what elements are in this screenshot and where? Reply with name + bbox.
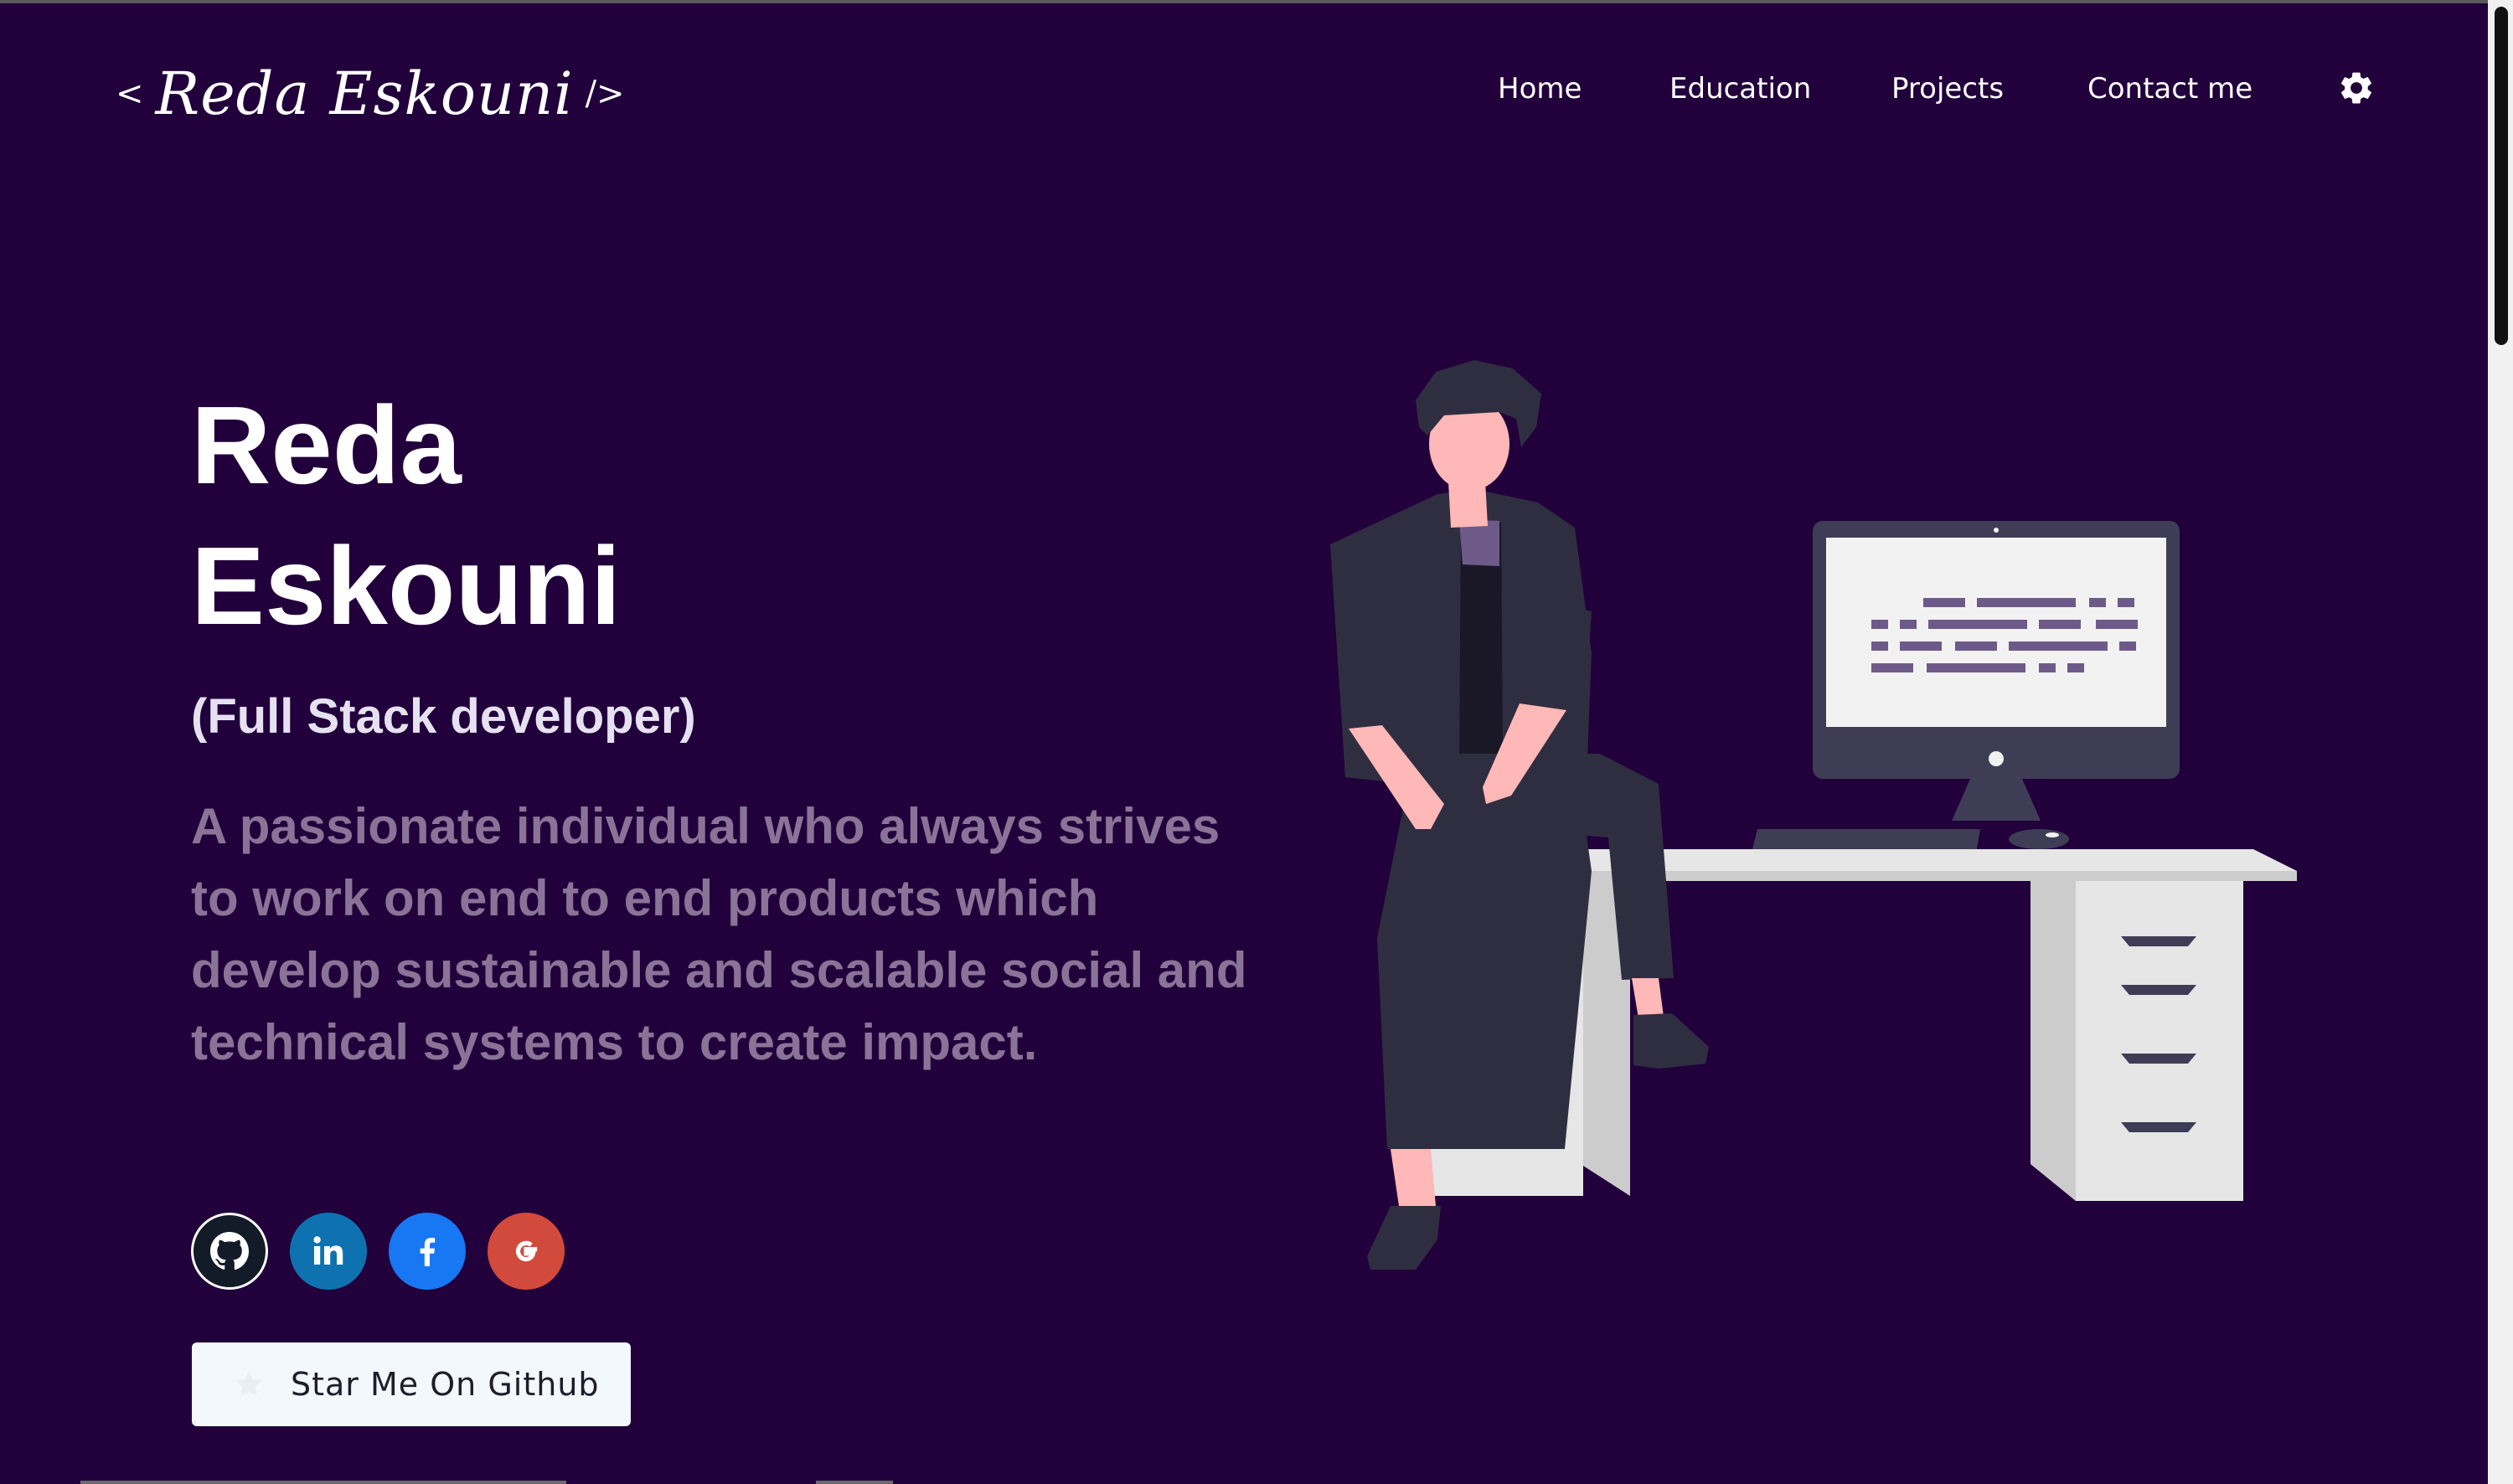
star-on-github-button[interactable]: Star Me On Github xyxy=(192,1342,631,1426)
developer-at-desk-illustration xyxy=(1330,360,2297,1270)
scrollbar-thumb[interactable] xyxy=(2495,7,2508,345)
star-icon xyxy=(235,1371,262,1397)
google-icon xyxy=(515,1240,538,1262)
star-button-label: Star Me On Github xyxy=(291,1366,600,1403)
hero-first-name: Reda xyxy=(191,384,462,507)
logo-open-bracket: < xyxy=(116,75,144,113)
hero-name: Reda Eskouni xyxy=(191,375,621,657)
logo[interactable]: < Reda Eskouni /> xyxy=(116,52,625,136)
nav-home[interactable]: Home xyxy=(1498,64,1582,114)
linkedin-icon xyxy=(313,1236,343,1265)
hero-role: (Full Stack developer) xyxy=(191,689,696,744)
section-divider-right xyxy=(816,1481,893,1484)
logo-close-bracket: /> xyxy=(585,75,625,113)
linkedin-link[interactable] xyxy=(290,1213,367,1290)
social-links xyxy=(191,1213,565,1290)
facebook-link[interactable] xyxy=(389,1213,466,1290)
github-icon xyxy=(209,1232,250,1270)
nav-education[interactable]: Education xyxy=(1669,64,1811,114)
gear-icon[interactable] xyxy=(2337,69,2376,107)
nav-contact-me[interactable]: Contact me xyxy=(2087,64,2252,114)
facebook-icon xyxy=(420,1238,436,1266)
google-link[interactable] xyxy=(488,1213,565,1290)
logo-name: Reda Eskouni xyxy=(155,59,574,128)
hero-bio: A passionate individual who always striv… xyxy=(191,798,1247,1070)
github-link[interactable] xyxy=(191,1213,268,1290)
window-top-border xyxy=(0,0,2513,3)
hero-last-name: Eskouni xyxy=(191,524,622,647)
nav-projects[interactable]: Projects xyxy=(1891,64,2004,114)
section-divider-left xyxy=(80,1481,566,1484)
